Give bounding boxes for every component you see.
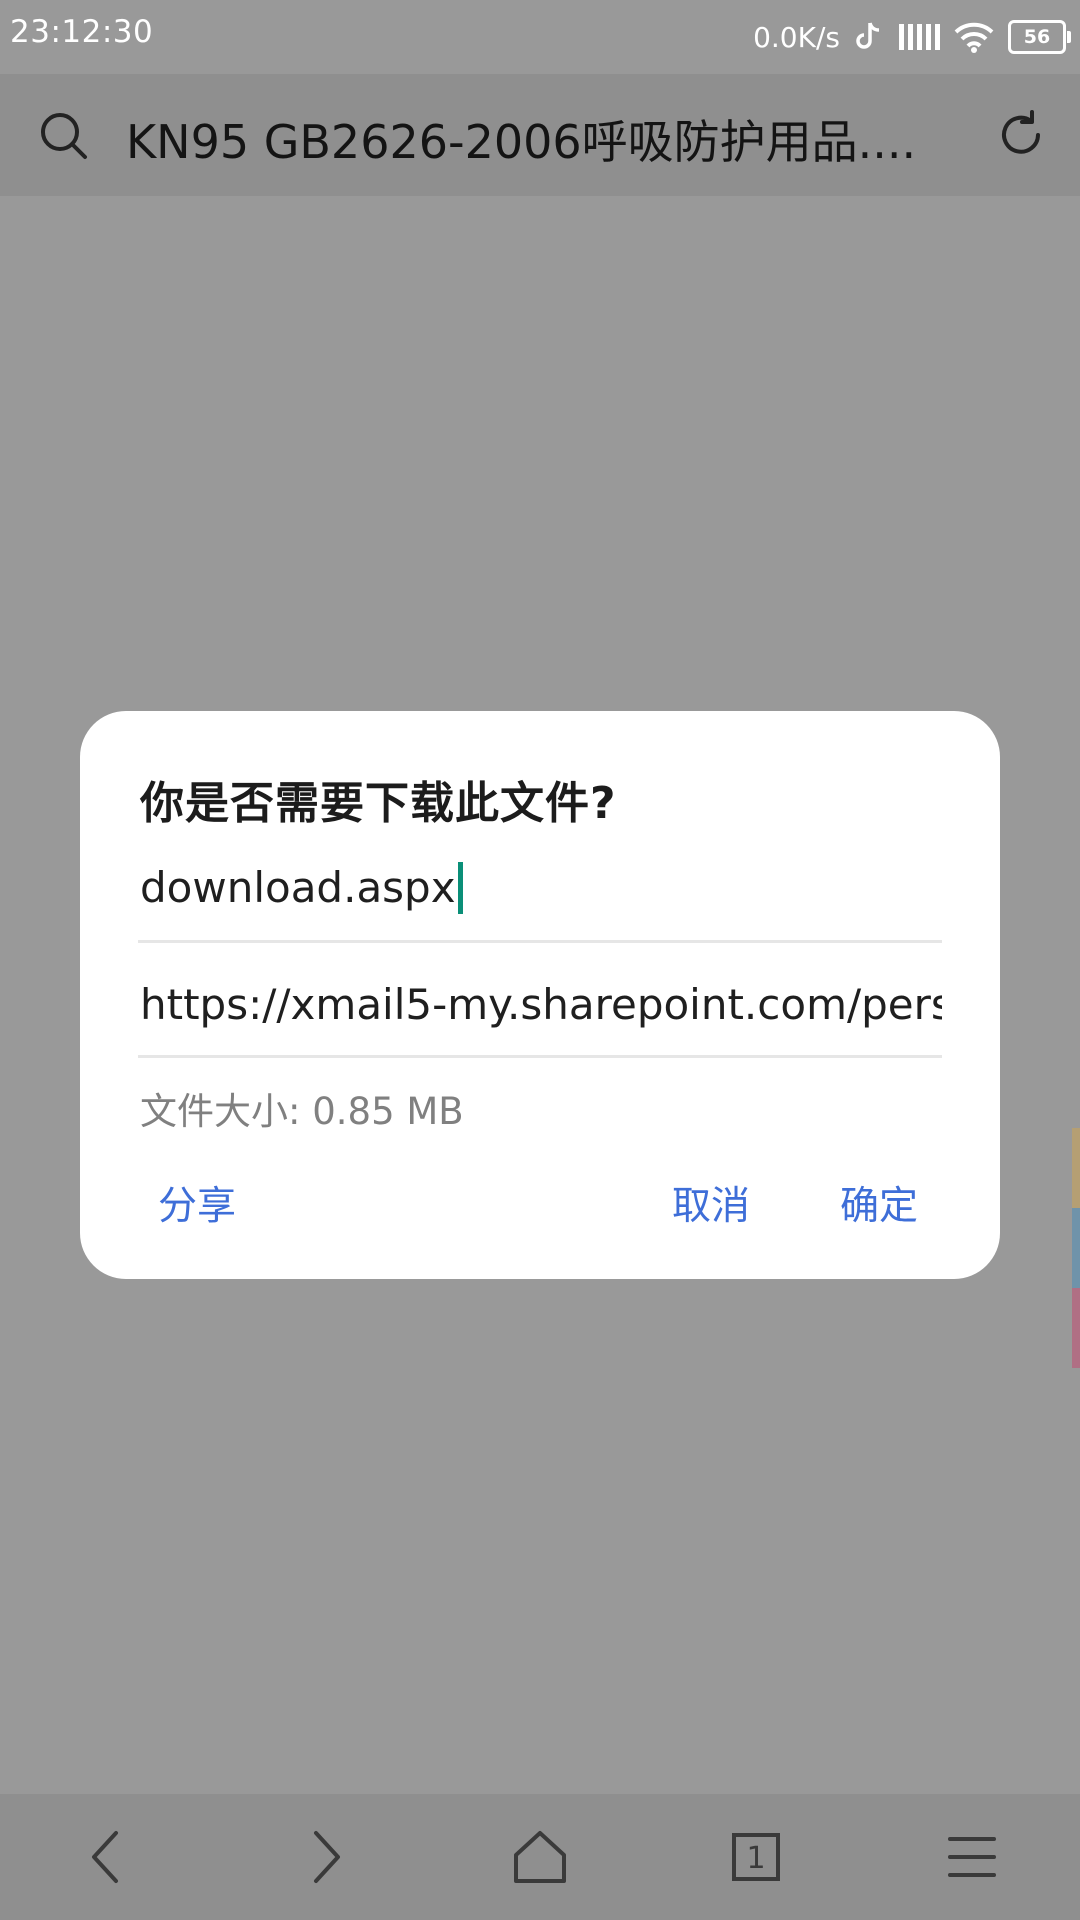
search-icon[interactable]: [38, 110, 88, 160]
forward-icon[interactable]: [292, 1825, 356, 1889]
cancel-button[interactable]: 取消: [656, 1169, 766, 1237]
back-icon[interactable]: [76, 1825, 140, 1889]
side-tab-blue[interactable]: [1072, 1208, 1080, 1288]
filename-field[interactable]: download.aspx: [138, 826, 942, 943]
wifi-icon: [954, 22, 994, 53]
net-speed: 0.0K/s: [753, 20, 840, 54]
confirm-button[interactable]: 确定: [824, 1169, 934, 1237]
address-bar[interactable]: KN95 GB2626-2006呼吸防护用品....: [0, 74, 1080, 196]
filename-text-wrap[interactable]: download.aspx: [140, 862, 463, 914]
status-indicators: 0.0K/s 56: [753, 12, 1071, 62]
tabs-icon[interactable]: 1: [724, 1825, 788, 1889]
battery-indicator: 56: [1008, 20, 1071, 54]
page-title[interactable]: KN95 GB2626-2006呼吸防护用品....: [126, 106, 946, 172]
share-button[interactable]: 分享: [142, 1169, 252, 1237]
file-size-label: 文件大小: 0.85 MB: [140, 1090, 464, 1133]
signal-icon: [899, 24, 940, 50]
tab-count: 1: [746, 1841, 765, 1876]
filename-input[interactable]: download.aspx: [140, 863, 456, 912]
status-bar: 23:12:30 0.0K/s 56: [0, 0, 1080, 74]
tiktok-notification-icon: [856, 22, 880, 49]
bottom-nav: 1: [0, 1794, 1080, 1920]
menu-icon[interactable]: [940, 1825, 1004, 1889]
text-cursor: [457, 862, 463, 914]
home-icon[interactable]: [508, 1825, 572, 1889]
download-dialog: 你是否需要下载此文件? download.aspx https://xmail5…: [80, 711, 1000, 1279]
url-field[interactable]: https://xmail5-my.sharepoint.com/persona…: [138, 941, 942, 1058]
status-time: 23:12:30: [10, 14, 154, 50]
dialog-title: 你是否需要下载此文件?: [140, 778, 617, 829]
reload-icon[interactable]: [996, 110, 1046, 160]
url-input[interactable]: https://xmail5-my.sharepoint.com/persona…: [140, 980, 942, 1029]
side-tab-yellow[interactable]: [1072, 1128, 1080, 1208]
side-tab-pink[interactable]: [1072, 1288, 1080, 1368]
